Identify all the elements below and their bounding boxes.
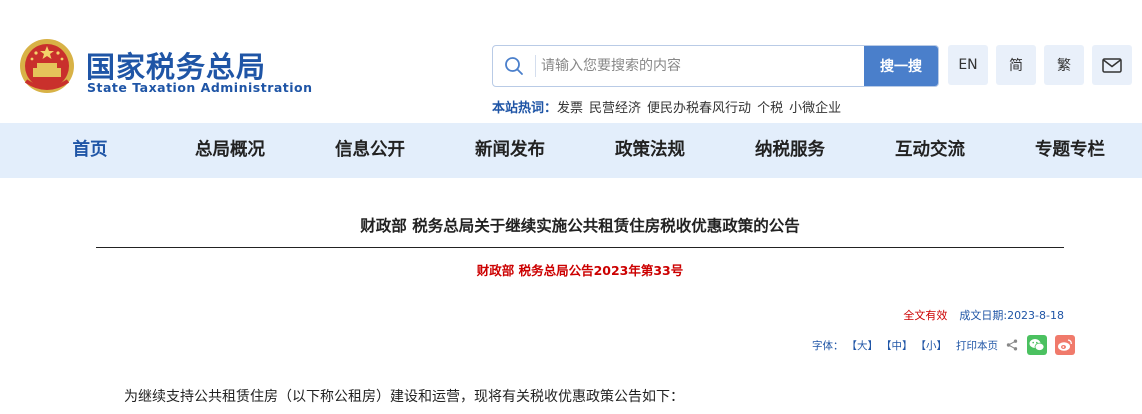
hot-word-link[interactable]: 便民办税春风行动: [647, 101, 751, 116]
language-simplified-button[interactable]: 简: [996, 45, 1036, 85]
nav-item-policy[interactable]: 政策法规: [608, 123, 692, 178]
main-navigation: 首页 总局概况 信息公开 新闻发布 政策法规 纳税服务 互动交流 专题专栏: [0, 123, 1142, 178]
hot-words-label: 本站热词：: [492, 101, 558, 116]
mail-button[interactable]: [1092, 45, 1132, 85]
national-emblem-icon[interactable]: [18, 37, 76, 95]
share-icon[interactable]: [1006, 339, 1018, 351]
wechat-icon: [1029, 339, 1045, 351]
nav-item-special-topics[interactable]: 专题专栏: [1028, 123, 1112, 178]
search-button[interactable]: 搜一搜: [864, 46, 938, 86]
article-title: 财政部 税务总局关于继续实施公共租赁住房税收优惠政策的公告: [360, 217, 800, 235]
article-meta: 全文有效 成文日期:2023-8-18: [903, 307, 1064, 323]
font-small-button[interactable]: 【小】: [916, 338, 948, 353]
language-en-button[interactable]: EN: [948, 45, 988, 85]
document-number: 财政部 税务总局公告2023年第33号: [476, 263, 684, 278]
hot-word-link[interactable]: 发票: [557, 101, 583, 116]
weibo-icon: [1058, 339, 1072, 351]
issue-date: 成文日期:2023-8-18: [959, 309, 1064, 322]
font-size-label: 字体：: [812, 339, 844, 352]
article-intro-paragraph: 为继续支持公共租赁住房（以下称公租房）建设和运营，现将有关税收优惠政策公告如下：: [124, 389, 684, 405]
nav-item-tax-service[interactable]: 纳税服务: [748, 123, 832, 178]
nav-item-interaction[interactable]: 互动交流: [888, 123, 972, 178]
validity-status: 全文有效: [903, 309, 948, 322]
nav-item-news[interactable]: 新闻发布: [468, 123, 552, 178]
nav-item-overview[interactable]: 总局概况: [188, 123, 272, 178]
wechat-share-button[interactable]: [1027, 335, 1047, 355]
hot-word-link[interactable]: 小微企业: [789, 101, 841, 116]
weibo-share-button[interactable]: [1055, 335, 1075, 355]
hot-words: 本站热词：发票 民营经济 便民办税春风行动 个税 小微企业: [492, 97, 847, 116]
mail-icon: [1102, 57, 1122, 73]
nav-item-home[interactable]: 首页: [70, 123, 110, 178]
article-tools: 字体： 【大】 【中】 【小】 打印本页: [812, 335, 1075, 355]
font-large-button[interactable]: 【大】: [847, 338, 879, 353]
site-header: 国家税务总局 State Taxation Administration 搜一搜…: [0, 0, 1142, 123]
hot-word-link[interactable]: 民营经济: [589, 101, 641, 116]
title-divider: [96, 247, 1064, 248]
print-button[interactable]: 打印本页: [956, 338, 998, 353]
search-bar: 搜一搜: [492, 45, 939, 87]
nav-item-disclosure[interactable]: 信息公开: [328, 123, 412, 178]
search-input[interactable]: [541, 46, 863, 86]
site-logo-subtitle[interactable]: State Taxation Administration: [87, 80, 313, 95]
search-divider: [535, 55, 536, 77]
font-medium-button[interactable]: 【中】: [881, 338, 913, 353]
language-traditional-button[interactable]: 繁: [1044, 45, 1084, 85]
hot-word-link[interactable]: 个税: [757, 101, 783, 116]
search-icon: [505, 57, 523, 75]
